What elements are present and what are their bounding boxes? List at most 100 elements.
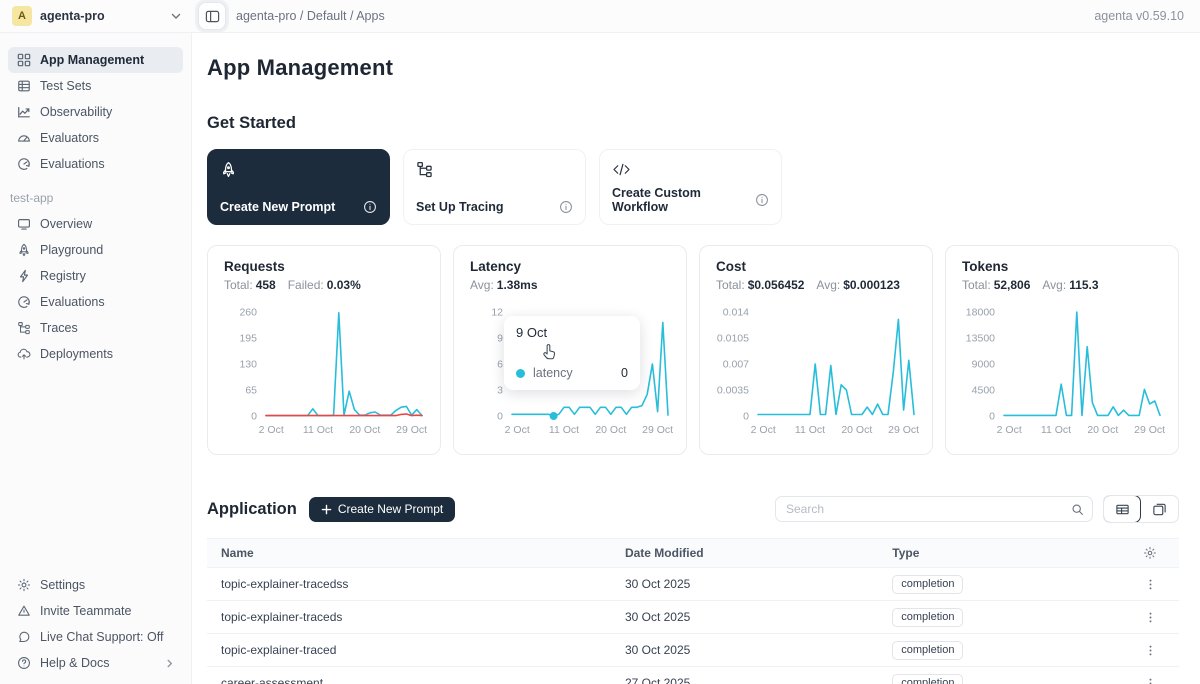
sidebar-item-label: Help & Docs	[40, 656, 109, 670]
svg-text:11 Oct: 11 Oct	[303, 424, 333, 436]
app-date-modified: 30 Oct 2025	[625, 577, 892, 591]
chevron-down-icon	[170, 10, 182, 22]
stat-metric: Avg:1.38ms	[470, 278, 538, 292]
sidebar-item-evaluations[interactable]: Evaluations	[8, 151, 183, 177]
sidebar-item-live-chat[interactable]: Live Chat Support: Off	[8, 624, 183, 650]
set-up-tracing-card[interactable]: Set Up Tracing	[403, 149, 586, 225]
get-started-cards: Create New Prompt Set Up Tracing Create …	[207, 149, 1179, 225]
row-actions-kebab-icon[interactable]	[1144, 578, 1157, 591]
sidebar-item-observability[interactable]: Observability	[8, 99, 183, 125]
create-new-prompt-card[interactable]: Create New Prompt	[207, 149, 390, 225]
chat-bubble-icon	[16, 630, 31, 645]
chart-tooltip: 9 Oct latency 0	[504, 316, 640, 390]
card-label: Create Custom Workflow	[612, 186, 755, 214]
view-toggle	[1103, 495, 1179, 523]
column-header-type[interactable]: Type	[892, 546, 1121, 560]
svg-text:130: 130	[239, 359, 257, 371]
sidebar-item-label: Overview	[40, 217, 92, 231]
chart-line-icon	[16, 105, 31, 120]
svg-text:11 Oct: 11 Oct	[1041, 424, 1071, 436]
svg-text:6: 6	[497, 359, 503, 371]
svg-text:9: 9	[497, 333, 503, 345]
tree-structure-icon	[416, 160, 573, 178]
svg-text:20 Oct: 20 Oct	[1087, 424, 1118, 436]
search-icon[interactable]	[1071, 503, 1084, 516]
app-type-badge: completion	[892, 674, 963, 684]
svg-text:0: 0	[497, 411, 503, 423]
legend-dot	[516, 369, 525, 378]
card-view-button[interactable]	[1140, 496, 1178, 522]
sidebar-item-settings[interactable]: Settings	[8, 572, 183, 598]
table-row[interactable]: topic-explainer-tracedss 30 Oct 2025 com…	[207, 568, 1179, 601]
row-actions-kebab-icon[interactable]	[1144, 677, 1157, 684]
hand-cursor-icon	[540, 342, 559, 361]
app-name: topic-explainer-tracedss	[207, 577, 625, 591]
workspace-selector[interactable]: A agenta-pro	[0, 6, 192, 26]
tokens-card: Tokens Total:52,806 Avg:115.3 0450090001…	[945, 245, 1179, 455]
table-row[interactable]: career-assessment 27 Oct 2025 completion	[207, 667, 1179, 684]
sidebar-item-app-evaluations[interactable]: Evaluations	[8, 289, 183, 315]
info-icon[interactable]	[363, 200, 377, 214]
tooltip-value: 0	[621, 366, 628, 380]
svg-text:0: 0	[251, 411, 257, 423]
row-actions-kebab-icon[interactable]	[1144, 611, 1157, 624]
svg-text:0: 0	[989, 411, 995, 423]
sidebar-item-playground[interactable]: Playground	[8, 237, 183, 263]
sidebar-item-evaluators[interactable]: Evaluators	[8, 125, 183, 151]
svg-text:11 Oct: 11 Oct	[549, 424, 579, 436]
sidebar-item-label: Observability	[40, 105, 112, 119]
tooltip-date: 9 Oct	[516, 325, 628, 340]
grid-icon	[16, 53, 31, 68]
speedometer-icon	[16, 157, 31, 172]
sidebar-item-registry[interactable]: Registry	[8, 263, 183, 289]
stat-metric: Total:$0.056452	[716, 278, 804, 292]
search-box	[775, 496, 1093, 522]
get-started-heading: Get Started	[207, 114, 1179, 133]
table-header-row: Name Date Modified Type	[207, 539, 1179, 568]
svg-text:3: 3	[497, 385, 503, 397]
main-content: App Management Get Started Create New Pr…	[192, 33, 1200, 684]
svg-text:0.0105: 0.0105	[717, 333, 749, 345]
stat-metric: Failed:0.03%	[288, 278, 361, 292]
table-row[interactable]: topic-explainer-traceds 30 Oct 2025 comp…	[207, 601, 1179, 634]
panel-left-icon	[205, 9, 220, 24]
cost-card: Cost Total:$0.056452 Avg:$0.000123 00.00…	[699, 245, 933, 455]
info-icon[interactable]	[755, 193, 769, 207]
svg-text:12: 12	[491, 307, 503, 319]
sidebar-item-invite-teammate[interactable]: Invite Teammate	[8, 598, 183, 624]
svg-text:260: 260	[239, 307, 257, 319]
sidebar-item-label: App Management	[40, 53, 144, 67]
breadcrumb[interactable]: agenta-pro / Default / Apps	[236, 9, 1094, 23]
search-input[interactable]	[786, 502, 1071, 516]
column-header-name[interactable]: Name	[207, 546, 625, 560]
create-custom-workflow-card[interactable]: Create Custom Workflow	[599, 149, 782, 225]
column-header-date-modified[interactable]: Date Modified	[625, 546, 892, 560]
create-new-prompt-button[interactable]: Create New Prompt	[309, 497, 455, 522]
table-view-button[interactable]	[1103, 495, 1141, 523]
svg-text:29 Oct: 29 Oct	[888, 424, 919, 436]
svg-text:0.007: 0.007	[723, 359, 749, 371]
lightning-icon	[16, 269, 31, 284]
monitor-icon	[16, 217, 31, 232]
applications-table: Name Date Modified Type topic-explainer-…	[207, 538, 1179, 684]
workspace-name: agenta-pro	[40, 9, 162, 23]
sidebar-item-overview[interactable]: Overview	[8, 211, 183, 237]
latency-card: Latency Avg:1.38ms 0369122 Oct11 Oct20 O…	[453, 245, 687, 455]
sidebar: App Management Test Sets Observability E…	[0, 33, 192, 684]
sidebar-item-label: Playground	[40, 243, 103, 257]
sidebar-item-traces[interactable]: Traces	[8, 315, 183, 341]
sidebar-item-app-management[interactable]: App Management	[8, 47, 183, 73]
info-icon[interactable]	[559, 200, 573, 214]
sidebar-item-label: Live Chat Support: Off	[40, 630, 163, 644]
column-settings-gear-icon[interactable]	[1143, 546, 1157, 560]
sidebar-item-test-sets[interactable]: Test Sets	[8, 73, 183, 99]
row-actions-kebab-icon[interactable]	[1144, 644, 1157, 657]
sidebar-collapse-button[interactable]	[198, 2, 226, 30]
svg-text:18000: 18000	[966, 307, 995, 319]
svg-text:2 Oct: 2 Oct	[259, 424, 284, 436]
card-label: Create New Prompt	[220, 200, 335, 214]
cost-chart: 00.00350.0070.01050.0142 Oct11 Oct20 Oct…	[710, 304, 916, 438]
sidebar-item-deployments[interactable]: Deployments	[8, 341, 183, 367]
table-row[interactable]: topic-explainer-traced 30 Oct 2025 compl…	[207, 634, 1179, 667]
sidebar-item-help-docs[interactable]: Help & Docs	[8, 650, 183, 676]
